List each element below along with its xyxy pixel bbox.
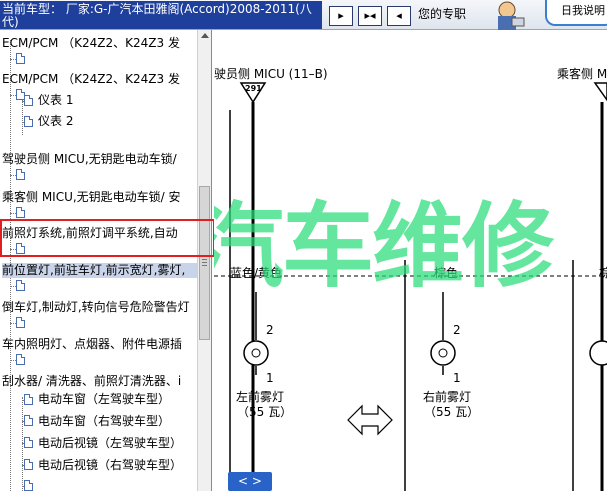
split-toggle-button[interactable]: < >: [228, 472, 272, 491]
wiring-diagram: 驶员侧 MICU (11–B) 乘客侧 M 291 蓝色/黄色 棕色 棕 2 1…: [214, 30, 607, 491]
grip-line: [202, 259, 207, 260]
fit-page-icon: ▸◂: [364, 9, 376, 22]
tree-item-selected[interactable]: 前位置灯,前驻车灯,前示宽灯,雾灯,: [2, 263, 198, 278]
document-icon[interactable]: [16, 53, 25, 64]
tree-item[interactable]: ECM/PCM （K24Z2、K24Z3 发: [2, 36, 180, 51]
pin-number-bottom: 1: [266, 371, 274, 385]
helper-text: 您的专职: [418, 7, 467, 21]
tree-item[interactable]: 电动后视镜（左驾驶车型）: [38, 436, 182, 451]
document-icon[interactable]: [16, 354, 25, 365]
document-icon[interactable]: [24, 480, 33, 491]
document-icon[interactable]: [16, 317, 25, 328]
previous-page-button[interactable]: ◂: [387, 6, 411, 26]
app-window: 当前车型： 厂家:G-广汽本田雅阁(Accord)2008-2011(八代) ▸…: [0, 0, 607, 491]
next-page-button[interactable]: ▸: [329, 6, 353, 26]
tree-item[interactable]: 电动后视镜（右驾驶车型）: [38, 458, 182, 473]
grip-line: [202, 265, 207, 266]
connector-triangle: [593, 82, 607, 102]
help-link[interactable]: 日我说明: [545, 0, 607, 26]
document-icon[interactable]: [24, 95, 33, 106]
right-fog-lamp-icon: [430, 340, 456, 366]
fit-page-button[interactable]: ▸◂: [358, 6, 382, 26]
left-fog-lamp-icon: [243, 340, 269, 366]
pin-number-top: 2: [266, 323, 274, 337]
tree-item[interactable]: ECM/PCM （K24Z2、K24Z3 发: [2, 72, 180, 87]
wire-color-right: 棕: [599, 266, 607, 280]
previous-page-icon: ◂: [396, 9, 402, 22]
tree-item[interactable]: 刮水器/ 清洗器、前照灯清洗器、i: [2, 374, 181, 389]
document-icon[interactable]: [16, 207, 25, 218]
tree-item[interactable]: 电动车窗（右驾驶车型）: [38, 414, 170, 429]
watermark: 汽车维修: [214, 193, 554, 300]
scrollbar-thumb[interactable]: [199, 186, 210, 340]
mascot-icon: [498, 1, 525, 30]
document-icon[interactable]: [24, 394, 33, 405]
connector-number: 291: [245, 84, 262, 93]
tree-item[interactable]: 电动车窗（左驾驶车型）: [38, 392, 170, 407]
tree-scrollbar[interactable]: [197, 30, 211, 491]
document-icon[interactable]: [16, 169, 25, 180]
micu-right-label: 乘客侧 M: [557, 67, 607, 81]
left-fog-lamp-rating: （55 瓦）: [237, 405, 293, 419]
pin-number-bottom: 1: [453, 371, 461, 385]
tree-item[interactable]: 仪表 2: [38, 114, 73, 129]
tree-item[interactable]: 倒车灯,制动灯,转向信号危险警告灯: [2, 300, 190, 315]
document-icon[interactable]: [24, 116, 33, 127]
tree-item[interactable]: 车内照明灯、点烟器、附件电源插: [2, 337, 182, 352]
tree-guide-line: [22, 397, 23, 491]
tree-item[interactable]: 仪表 1: [38, 93, 73, 108]
lamp-icon: [589, 340, 607, 366]
pin-number-top: 2: [453, 323, 461, 337]
right-fog-lamp-rating: （55 瓦）: [424, 405, 480, 419]
micu-left-label: 驶员侧 MICU (11–B): [214, 67, 328, 81]
chapter-tree: ECM/PCM （K24Z2、K24Z3 发 ECM/PCM （K24Z2、K2…: [0, 30, 212, 491]
next-page-icon: ▸: [338, 9, 344, 22]
selection-highlight-box: [0, 219, 215, 257]
tree-item[interactable]: 驾驶员侧 MICU,无钥匙电动车锁/: [2, 152, 177, 167]
tree-item[interactable]: 乘客侧 MICU,无钥匙电动车锁/ 安: [2, 190, 181, 205]
current-vehicle-label: 当前车型： 厂家:G-广汽本田雅阁(Accord)2008-2011(八代): [0, 1, 322, 29]
grip-line: [202, 262, 207, 263]
scroll-up-icon[interactable]: [201, 33, 209, 38]
document-icon[interactable]: [24, 459, 33, 470]
document-icon[interactable]: [16, 280, 25, 291]
top-bar: 当前车型： 厂家:G-广汽本田雅阁(Accord)2008-2011(八代) ▸…: [0, 0, 607, 30]
double-arrow-icon: [347, 404, 393, 436]
document-icon[interactable]: [24, 415, 33, 426]
document-icon[interactable]: [24, 437, 33, 448]
